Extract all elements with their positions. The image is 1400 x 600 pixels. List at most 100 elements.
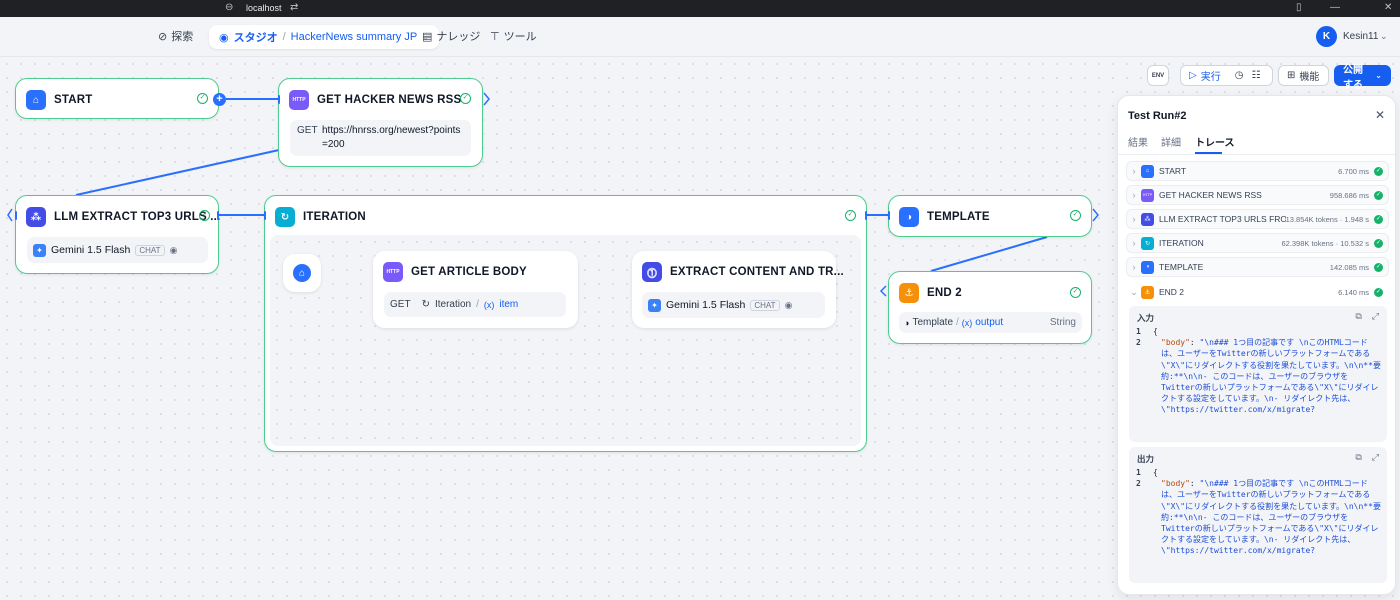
template-icon: ◑ xyxy=(899,207,919,227)
node-end-2[interactable]: ⚓ END 2 ✓ ◑ Template / (x) output String xyxy=(888,271,1092,344)
chevron-down-icon: ⌄ xyxy=(1130,286,1138,297)
chevron-right-icon: › xyxy=(1132,214,1136,224)
template-icon: ◑ xyxy=(1141,260,1154,274)
node-title: END 2 xyxy=(927,287,962,299)
node-title: LLM EXTRACT TOP3 URLS ... xyxy=(54,211,221,223)
output-variable: ◑ Template / (x) output String xyxy=(899,312,1082,333)
http-icon: HTTP xyxy=(383,262,403,282)
success-check-icon: ✓ xyxy=(1374,166,1383,176)
trace-row-end-2[interactable]: ⌄ ⚓ END 2 6.140 ms ✓ xyxy=(1126,282,1389,302)
trace-row-llm[interactable]: › ⁂ LLM EXTRACT TOP3 URLS FROM... 13.854… xyxy=(1126,209,1389,229)
llm-icon: ⁂ xyxy=(26,207,46,227)
success-check-icon: ✓ xyxy=(197,93,208,104)
variable-separator: / xyxy=(956,317,959,328)
http-method: GET xyxy=(297,125,318,136)
input-handle[interactable] xyxy=(278,95,280,104)
iteration-start-node[interactable]: ⌂ xyxy=(283,254,321,292)
model-name: Gemini 1.5 Flash xyxy=(51,244,131,256)
eye-icon: ◉ xyxy=(784,299,793,310)
node-title: TEMPLATE xyxy=(927,211,990,223)
node-llm-extract-top3-urls[interactable]: ⁂ LLM EXTRACT TOP3 URLS ... ✓ ✦ Gemini 1… xyxy=(15,195,221,274)
iteration-icon: ↻ xyxy=(421,299,430,310)
trace-row-start[interactable]: › ⌂ START 6.700 ms ✓ xyxy=(1126,161,1389,181)
variable-name: item xyxy=(499,299,519,310)
http-icon: HTTP xyxy=(1141,188,1154,202)
success-check-icon: ✓ xyxy=(460,93,471,104)
success-check-icon: ✓ xyxy=(1374,214,1383,224)
success-check-icon: ✓ xyxy=(1070,210,1081,221)
http-icon: HTTP xyxy=(289,90,309,110)
copy-icon[interactable]: ⧉ xyxy=(1355,311,1361,322)
variable-source-node: Iteration xyxy=(434,299,472,310)
success-check-icon: ✓ xyxy=(1374,190,1383,200)
trace-row-iteration[interactable]: › ↻ ITERATION 62.398K tokens · 10.532 s … xyxy=(1126,233,1389,253)
test-run-panel: Test Run#2 ✕ 結果 詳細 トレース › ⌂ START 6.700 … xyxy=(1117,95,1396,595)
chevron-right-icon: › xyxy=(1132,190,1136,200)
edge-arrow-in-llm xyxy=(7,208,13,222)
http-request-summary: GET https://hnrss.org/newest?points =200 xyxy=(290,120,471,156)
success-check-icon: ✓ xyxy=(1374,262,1383,272)
variable-source-node: Template xyxy=(912,317,954,328)
success-check-icon: ✓ xyxy=(845,210,856,221)
add-node-button[interactable]: + xyxy=(213,93,226,106)
model-selector[interactable]: ✦ Gemini 1.5 Flash CHAT ◉ xyxy=(27,237,208,263)
end-icon: ⚓ xyxy=(1141,285,1154,299)
node-start[interactable]: ⌂ START ✓ xyxy=(15,78,219,119)
llm-icon: ⓵ xyxy=(642,262,662,282)
node-get-article-body[interactable]: HTTP GET ARTICLE BODY GET ↻ Iteration / … xyxy=(373,251,578,328)
chevron-right-icon: › xyxy=(1132,262,1136,272)
model-selector[interactable]: ✦ Gemini 1.5 Flash CHAT ◉ xyxy=(642,292,825,318)
close-icon[interactable]: ✕ xyxy=(1375,108,1385,122)
input-handle[interactable] xyxy=(15,211,17,220)
model-mode-badge: CHAT xyxy=(750,299,780,311)
http-url-continued: =200 xyxy=(322,139,345,150)
http-request-summary: GET ↻ Iteration / (x) item xyxy=(384,292,566,317)
env-button[interactable]: ENV xyxy=(1147,65,1169,86)
output-handle[interactable] xyxy=(865,211,867,220)
expand-icon[interactable]: ⤢ xyxy=(1372,311,1379,322)
model-mode-badge: CHAT xyxy=(135,244,165,256)
output-code-block[interactable]: 出力 ⧉ ⤢ 1 2 { "body": "\n### 1つ目の記事です \nこ… xyxy=(1129,447,1387,583)
tab-result[interactable]: 結果 xyxy=(1128,134,1148,149)
play-icon[interactable]: ▷ xyxy=(1189,70,1197,81)
node-title: EXTRACT CONTENT AND TR... xyxy=(670,266,844,278)
end-icon: ⚓ xyxy=(899,283,919,303)
node-get-hacker-news-rss[interactable]: HTTP GET HACKER NEWS RSS ✓ GET https://h… xyxy=(278,78,483,167)
node-title: ITERATION xyxy=(303,211,366,223)
checklist-icon[interactable]: ☷ xyxy=(1251,70,1260,81)
input-code-block[interactable]: 入力 ⧉ ⤢ 1 2 { "body": "\n### 1つ目の記事です \nこ… xyxy=(1129,306,1387,442)
edge-arrow-out-rss xyxy=(483,92,490,106)
variable-icon: (x) xyxy=(961,317,973,328)
eye-icon: ◉ xyxy=(169,244,178,255)
gemini-icon: ✦ xyxy=(33,243,46,257)
http-url: https://hnrss.org/newest?points xyxy=(322,125,461,136)
publish-button[interactable]: 公開する ⌄ xyxy=(1334,65,1391,91)
variable-name: output xyxy=(975,317,1004,328)
http-method: GET xyxy=(390,299,411,310)
chevron-right-icon: › xyxy=(1132,166,1136,176)
node-extract-content[interactable]: ⓵ EXTRACT CONTENT AND TR... ✦ Gemini 1.5… xyxy=(632,251,844,328)
home-icon: ⌂ xyxy=(293,264,311,282)
copy-icon[interactable]: ⧉ xyxy=(1355,452,1361,463)
features-button[interactable]: ⊞ 機能 xyxy=(1278,65,1329,86)
home-icon: ⌂ xyxy=(1141,164,1154,178)
tab-trace[interactable]: トレース xyxy=(1195,134,1235,149)
llm-icon: ⁂ xyxy=(1141,212,1154,226)
input-handle[interactable] xyxy=(264,211,266,220)
history-icon[interactable]: ◷ xyxy=(1235,70,1244,81)
output-label: 出力 xyxy=(1137,454,1155,464)
edge-template-end xyxy=(930,236,1048,272)
expand-icon[interactable]: ⤢ xyxy=(1372,452,1379,463)
node-template[interactable]: ◑ TEMPLATE ✓ xyxy=(888,195,1092,237)
trace-row-get-hacker-news-rss[interactable]: › HTTP GET HACKER NEWS RSS 958.686 ms ✓ xyxy=(1126,185,1389,205)
input-handle[interactable] xyxy=(888,211,890,220)
panel-title: Test Run#2 xyxy=(1128,110,1187,122)
edge-arrow-out-template xyxy=(1092,208,1099,222)
template-icon: ◑ xyxy=(904,317,910,328)
gemini-icon: ✦ xyxy=(648,298,661,312)
trace-row-template[interactable]: › ◑ TEMPLATE 142.085 ms ✓ xyxy=(1126,257,1389,277)
tab-detail[interactable]: 詳細 xyxy=(1161,134,1181,149)
success-check-icon: ✓ xyxy=(1070,287,1081,298)
output-handle[interactable] xyxy=(217,211,219,220)
run-button[interactable]: 実行 xyxy=(1201,68,1221,83)
